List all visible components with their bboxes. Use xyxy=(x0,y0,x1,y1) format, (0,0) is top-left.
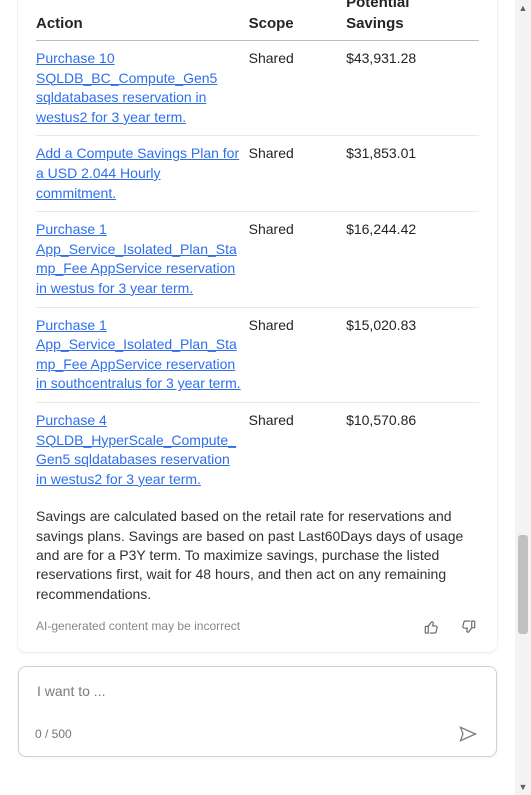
response-card: Action Scope Potential Savings Purchase … xyxy=(18,0,497,652)
scroll-down-arrow[interactable]: ▼ xyxy=(515,779,531,795)
table-row: Purchase 4 SQLDB_HyperScale_Compute_Gen5… xyxy=(36,402,479,497)
thumbs-up-icon xyxy=(423,618,441,636)
ai-disclaimer: AI-generated content may be incorrect xyxy=(36,618,240,635)
recommendations-table: Action Scope Potential Savings Purchase … xyxy=(36,0,479,497)
send-icon xyxy=(458,724,478,744)
action-link[interactable]: Add a Compute Savings Plan for a USD 2.0… xyxy=(36,145,239,200)
savings-cell: $43,931.28 xyxy=(346,41,479,136)
savings-cell: $16,244.42 xyxy=(346,212,479,307)
scroll-thumb[interactable] xyxy=(518,535,528,634)
prompt-input-card: 0 / 500 xyxy=(18,666,497,758)
scope-cell: Shared xyxy=(249,41,346,136)
prompt-input[interactable] xyxy=(35,681,480,703)
action-link[interactable]: Purchase 10 SQLDB_BC_Compute_Gen5 sqldat… xyxy=(36,50,217,125)
scope-cell: Shared xyxy=(249,136,346,212)
thumbs-down-button[interactable] xyxy=(457,616,479,638)
action-link[interactable]: Purchase 1 App_Service_Isolated_Plan_Sta… xyxy=(36,317,241,392)
table-row: Purchase 1 App_Service_Isolated_Plan_Sta… xyxy=(36,212,479,307)
content-scroll: Action Scope Potential Savings Purchase … xyxy=(0,0,531,795)
chat-pane: Action Scope Potential Savings Purchase … xyxy=(0,0,531,795)
savings-cell: $10,570.86 xyxy=(346,402,479,497)
scroll-up-arrow[interactable]: ▲ xyxy=(515,0,531,16)
col-savings-l2: Savings xyxy=(346,15,404,32)
savings-cell: $31,853.01 xyxy=(346,136,479,212)
thumbs-up-button[interactable] xyxy=(421,616,443,638)
char-counter: 0 / 500 xyxy=(35,726,72,743)
scope-cell: Shared xyxy=(249,402,346,497)
col-scope: Scope xyxy=(249,0,346,41)
col-action: Action xyxy=(36,0,249,41)
disclaimer-row: AI-generated content may be incorrect xyxy=(36,616,479,638)
table-row: Purchase 10 SQLDB_BC_Compute_Gen5 sqldat… xyxy=(36,41,479,136)
col-savings: Potential Savings xyxy=(346,0,479,41)
scope-cell: Shared xyxy=(249,307,346,402)
col-savings-l1: Potential xyxy=(346,0,409,11)
scope-cell: Shared xyxy=(249,212,346,307)
action-link[interactable]: Purchase 4 SQLDB_HyperScale_Compute_Gen5… xyxy=(36,412,236,487)
table-row: Add a Compute Savings Plan for a USD 2.0… xyxy=(36,136,479,212)
scroll-track[interactable] xyxy=(515,16,531,779)
table-row: Purchase 1 App_Service_Isolated_Plan_Sta… xyxy=(36,307,479,402)
vertical-scrollbar[interactable]: ▲ ▼ xyxy=(515,0,531,795)
explanation-text: Savings are calculated based on the reta… xyxy=(36,507,479,604)
action-link[interactable]: Purchase 1 App_Service_Isolated_Plan_Sta… xyxy=(36,221,237,296)
send-button[interactable] xyxy=(456,722,480,746)
thumbs-down-icon xyxy=(459,618,477,636)
savings-cell: $15,020.83 xyxy=(346,307,479,402)
